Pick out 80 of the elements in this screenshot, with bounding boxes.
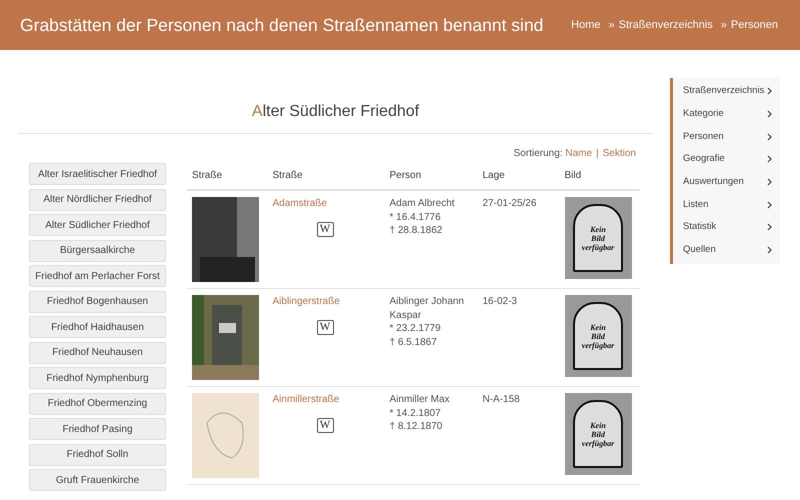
breadcrumb-link[interactable]: Home: [571, 16, 600, 34]
breadcrumb-separator: »: [720, 18, 727, 33]
street-link[interactable]: Ainmillerstraße: [272, 394, 340, 405]
sort-label: Sortierung:: [514, 148, 563, 159]
sort-link[interactable]: Name: [565, 148, 592, 159]
placeholder-text: Kein: [590, 420, 606, 430]
person-info: Adam Albrecht: [390, 197, 456, 210]
sort-link[interactable]: Sektion: [602, 148, 636, 159]
cemetery-heading: Alter Südlicher Friedhof: [18, 50, 653, 134]
chevron-right-icon: [767, 87, 772, 96]
wikipedia-icon[interactable]: W: [316, 418, 334, 432]
menu-item[interactable]: Geografie: [673, 148, 780, 171]
breadcrumb-separator: »: [608, 18, 615, 33]
cemetery-button[interactable]: Alter Südlicher Friedhof: [29, 214, 166, 236]
cemetery-button[interactable]: Alter Nördlicher Friedhof: [29, 188, 166, 210]
cemetery-button[interactable]: Friedhof Bogenhausen: [29, 290, 166, 312]
wikipedia-icon[interactable]: W: [316, 320, 334, 334]
menu-label: Personen: [683, 130, 724, 144]
placeholder-text: Kein: [590, 224, 606, 234]
person-info: * 16.4.1776: [390, 210, 442, 224]
grave-location: 16-02-3: [478, 288, 560, 386]
placeholder-text: verfügbar: [582, 242, 614, 252]
grave-location: 27-01-25/26: [478, 190, 560, 288]
column-header: Person: [384, 165, 478, 190]
menu-label: Statistik: [683, 220, 716, 234]
column-header: Bild: [560, 165, 640, 190]
chevron-right-icon: [767, 246, 772, 254]
placeholder-text: Bild: [591, 332, 605, 340]
person-info: Aiblinger Johann Kaspar: [390, 295, 465, 322]
street-link[interactable]: Adamstraße: [272, 198, 327, 209]
chevron-right-icon: [767, 223, 772, 232]
cemetery-button[interactable]: Friedhof Solln: [29, 444, 166, 466]
cemetery-button[interactable]: Friedhof Nymphenburg: [29, 367, 166, 389]
grave-location: N-A-158: [478, 386, 560, 484]
cemetery-button[interactable]: Friedhof Neuhausen: [29, 342, 166, 364]
placeholder-text: Kein: [590, 322, 606, 332]
cemetery-button[interactable]: Friedhof Pasing: [29, 418, 166, 440]
cemetery-button[interactable]: Gruft Frauenkirche: [29, 469, 166, 491]
person-info: * 14.2.1807: [390, 406, 442, 420]
menu-item[interactable]: Statistik: [673, 216, 780, 239]
breadcrumb-link[interactable]: Straßenverzeichnis: [618, 16, 713, 34]
placeholder-text: verfügbar: [582, 438, 614, 448]
chevron-right-icon: [767, 200, 772, 209]
chevron-right-icon: [767, 178, 772, 186]
cemetery-button[interactable]: Alter Israelitischer Friedhof: [29, 163, 166, 185]
cemetery-button[interactable]: Friedhof Haidhausen: [29, 316, 166, 338]
page-title: Grabstätten der Personen nach denen Straßennamen benannt sind: [20, 14, 544, 37]
menu-label: Kategorie: [683, 106, 724, 121]
column-header: Straße: [187, 165, 268, 190]
cemetery-button[interactable]: Friedhof Obermenzing: [29, 392, 166, 414]
person-info: † 28.8.1862: [390, 224, 444, 238]
person-info: † 8.12.1870: [390, 420, 444, 434]
person-info: * 23.2.1779: [390, 322, 442, 336]
cemetery-button[interactable]: Bürgersaalkirche: [29, 240, 166, 262]
cemetery-button[interactable]: Friedhof am Perlacher Forst: [29, 265, 166, 287]
menu-item[interactable]: Auswertungen: [673, 170, 780, 194]
menu-label: Quellen: [683, 243, 716, 258]
menu-label: Auswertungen: [683, 174, 744, 189]
menu-item[interactable]: Personen: [673, 125, 780, 148]
chevron-right-icon: [767, 155, 772, 164]
person-info: † 6.5.1867: [390, 336, 438, 349]
chevron-right-icon: [767, 110, 772, 118]
chevron-right-icon: [767, 132, 772, 141]
placeholder-text: verfügbar: [582, 340, 614, 350]
person-info: Ainmiller Max: [390, 393, 451, 406]
street-link[interactable]: Aiblingerstraße: [272, 296, 340, 307]
column-header: Lage: [478, 165, 560, 190]
menu-item[interactable]: Quellen: [673, 238, 780, 262]
menu-label: Straßenverzeichnis: [683, 84, 764, 98]
breadcrumb-link[interactable]: Personen: [730, 16, 778, 34]
menu-label: Listen: [683, 198, 708, 212]
wikipedia-icon[interactable]: W: [316, 222, 334, 236]
placeholder-text: Bild: [591, 234, 605, 242]
menu-label: Geografie: [683, 152, 725, 166]
menu-item[interactable]: Listen: [673, 193, 780, 216]
sort-separator: |: [596, 148, 599, 159]
menu-item[interactable]: Straßenverzeichnis: [673, 80, 780, 103]
placeholder-text: Bild: [591, 430, 605, 438]
menu-item[interactable]: Kategorie: [673, 102, 780, 126]
column-header: Straße: [268, 165, 384, 190]
